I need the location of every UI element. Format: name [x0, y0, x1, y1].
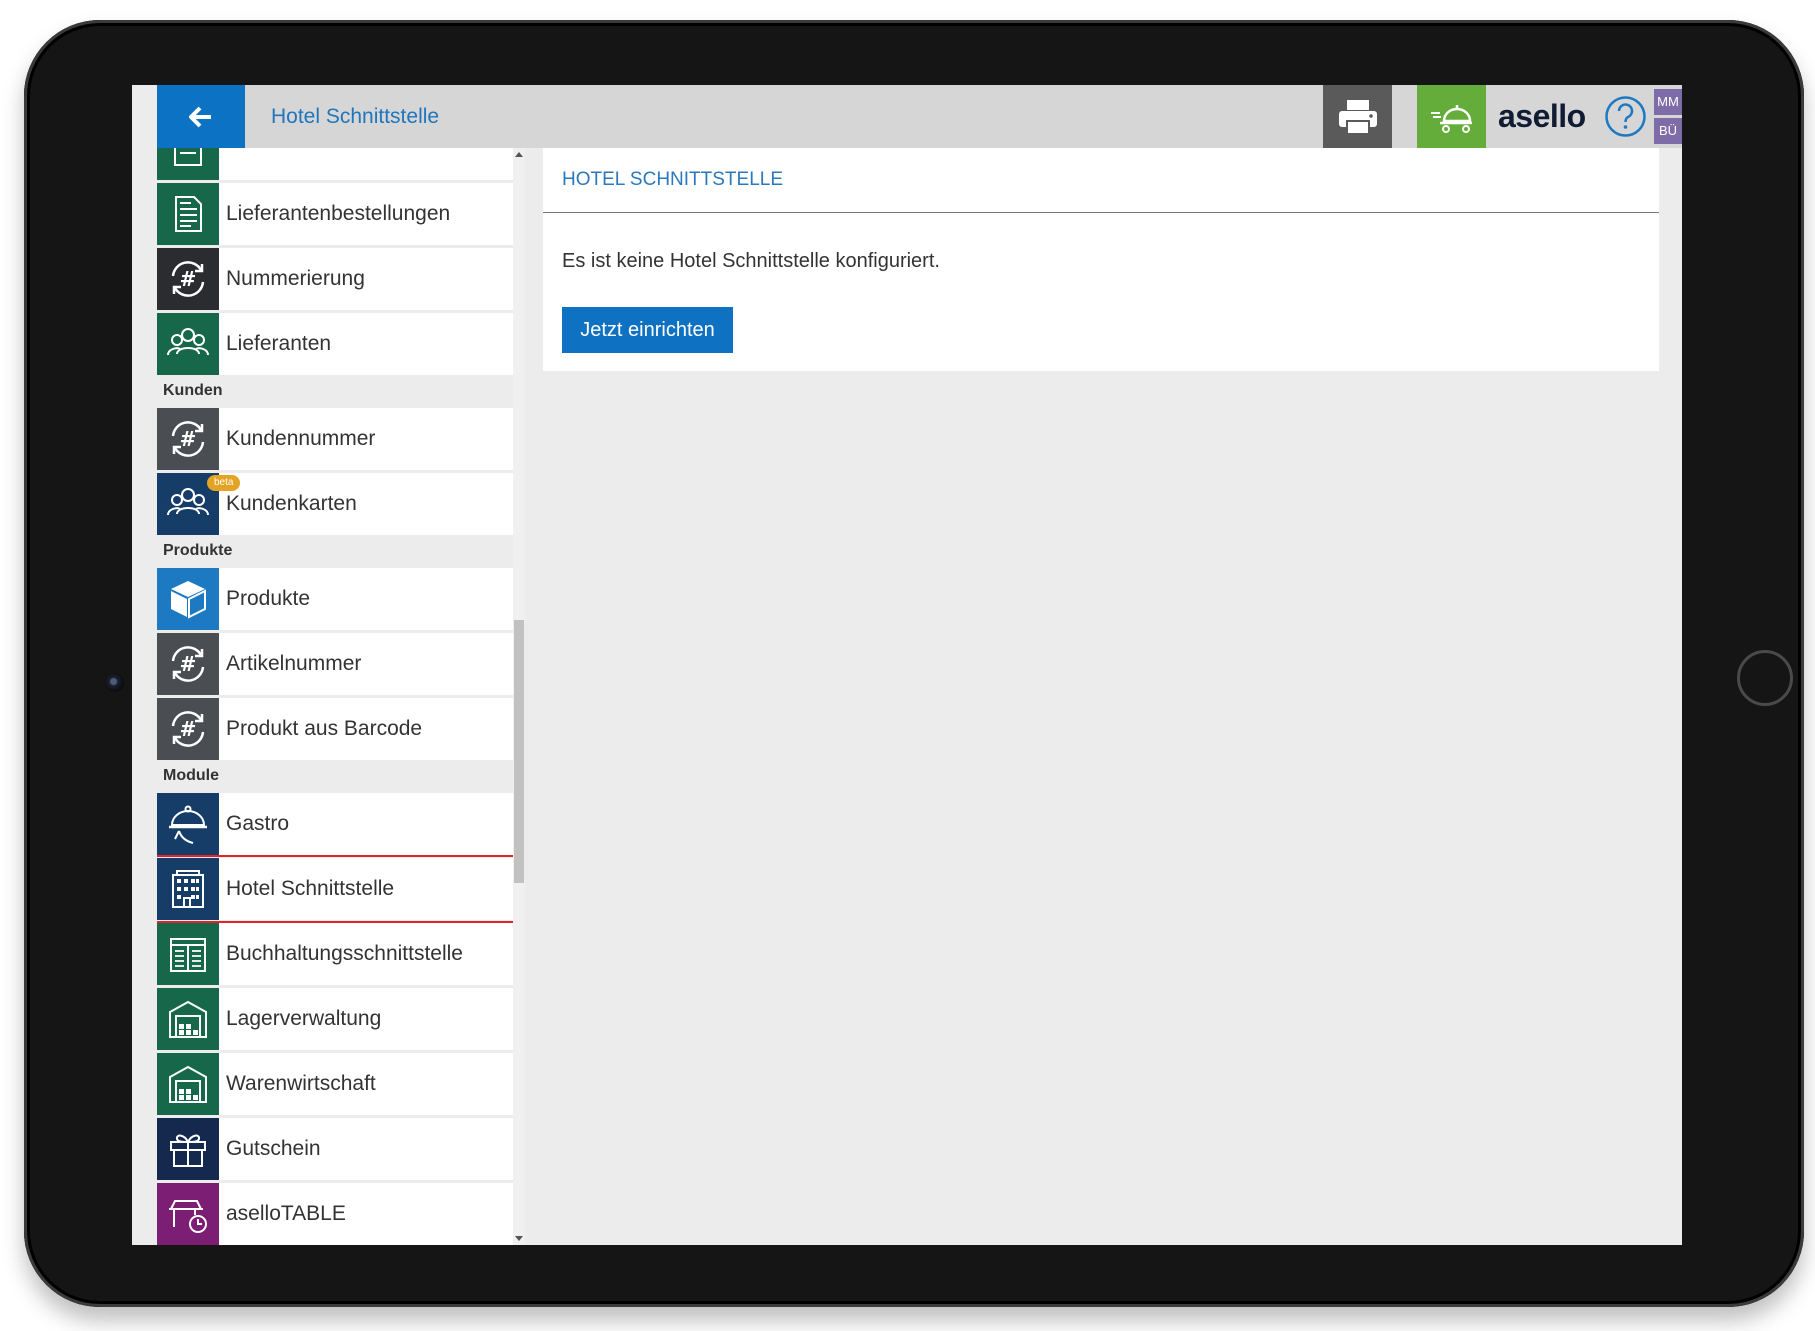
sidebar-item-label: Kundennummer [226, 427, 376, 450]
sidebar-item-kundenkarten[interactable]: beta Kundenkarten [157, 473, 513, 535]
document-icon [157, 183, 219, 245]
sidebar-item-label: Hotel Schnittstelle [226, 877, 395, 900]
sidebar-item-hotel-schnittstelle[interactable]: Hotel Schnittstelle [157, 855, 516, 923]
building-icon [157, 858, 219, 920]
sidebar-item-label: Artikelnummer [226, 652, 362, 675]
section-heading-kunden: Kunden [163, 382, 223, 399]
camera-icon [105, 673, 124, 692]
sidebar-item-label: Gutschein [226, 1137, 321, 1160]
hash-refresh-icon: # [157, 248, 219, 310]
svg-text:#: # [180, 427, 197, 451]
user-initials-top: MM [1654, 89, 1682, 115]
sidebar-item-gastro[interactable]: Gastro [157, 793, 513, 855]
sidebar-item-asellotable[interactable]: aselloTABLE [157, 1183, 513, 1245]
back-button[interactable] [157, 85, 245, 148]
scroll-down-arrow-icon[interactable] [515, 1236, 523, 1241]
sidebar-item-warenwirtschaft[interactable]: Warenwirtschaft [157, 1053, 513, 1115]
svg-text:#: # [180, 267, 197, 291]
sidebar-item-label: Lieferantenbestellungen [226, 202, 451, 225]
card-title: HOTEL SCHNITTSTELLE [562, 169, 784, 190]
user-initials-bottom: BÜ [1654, 118, 1682, 144]
section-heading-module: Module [163, 767, 219, 784]
asello-logo: asello [1498, 98, 1586, 134]
sidebar-item-label: Lieferanten [226, 332, 332, 355]
help-button[interactable] [1604, 95, 1647, 138]
sidebar: Lieferantenbestellungen # Nummerierung L… [157, 148, 539, 1245]
hash-refresh-icon: # [157, 408, 219, 470]
top-bar: Hotel Schnittstelle asello MM BÜ [157, 85, 1682, 148]
sidebar-item-label: Warenwirtschaft [226, 1072, 376, 1095]
sidebar-scrollbar[interactable] [513, 148, 525, 1245]
sidebar-item-label: Kundenkarten [226, 492, 357, 515]
delivery-cloche-icon [1430, 104, 1472, 133]
question-circle-icon [1605, 96, 1646, 137]
sidebar-item-lagerverwaltung[interactable]: Lagerverwaltung [157, 988, 513, 1050]
gift-icon [157, 1118, 219, 1180]
sidebar-item-label: Buchhaltungsschnittstelle [226, 942, 463, 965]
svg-text:#: # [180, 652, 197, 676]
hash-refresh-icon: # [157, 698, 219, 760]
cloche-icon [157, 793, 219, 855]
hotel-interface-card: HOTEL SCHNITTSTELLE Es ist keine Hotel S… [543, 148, 1659, 371]
printer-icon [1338, 99, 1377, 135]
sidebar-item-nummerierung[interactable]: # Nummerierung [157, 248, 513, 310]
sidebar-item-kundennummer[interactable]: # Kundennummer [157, 408, 513, 470]
ledger-icon [157, 923, 219, 985]
people-icon [157, 313, 219, 375]
table-clock-icon [157, 1183, 219, 1245]
app-screen: Hotel Schnittstelle asello MM BÜ Liefera… [132, 85, 1682, 1245]
hash-refresh-icon: # [157, 633, 219, 695]
box-icon [157, 568, 219, 630]
sidebar-item-label: Nummerierung [226, 267, 365, 290]
warehouse-icon [157, 988, 219, 1050]
user-badge[interactable]: MM BÜ [1654, 89, 1682, 144]
setup-now-button[interactable]: Jetzt einrichten [562, 307, 733, 353]
sidebar-item-label: Lagerverwaltung [226, 1007, 382, 1030]
arrow-left-icon [189, 106, 211, 127]
scroll-up-arrow-icon[interactable] [515, 152, 523, 157]
sidebar-item-produkte[interactable]: Produkte [157, 568, 513, 630]
delivery-button[interactable] [1417, 85, 1486, 148]
sidebar-item-label: Produkt aus Barcode [226, 717, 423, 740]
not-configured-message: Es ist keine Hotel Schnittstelle konfigu… [562, 250, 940, 272]
section-heading-produkte: Produkte [163, 542, 233, 559]
sidebar-item-lieferanten[interactable]: Lieferanten [157, 313, 513, 375]
card-divider [543, 212, 1659, 213]
svg-text:#: # [180, 717, 197, 741]
sidebar-item-label: Gastro [226, 812, 290, 835]
printer-button[interactable] [1323, 85, 1392, 148]
home-button[interactable] [1737, 650, 1793, 706]
sidebar-item-cut-off[interactable] [157, 148, 513, 180]
document-list-icon [157, 148, 219, 180]
sidebar-item-label: Produkte [226, 587, 311, 610]
sidebar-item-label: aselloTABLE [226, 1202, 346, 1225]
page-title: Hotel Schnittstelle [271, 105, 440, 128]
sidebar-item-gutschein[interactable]: Gutschein [157, 1118, 513, 1180]
sidebar-item-artikelnummer[interactable]: # Artikelnummer [157, 633, 513, 695]
sidebar-item-lieferantenbestellungen[interactable]: Lieferantenbestellungen [157, 183, 513, 245]
sidebar-item-produkt-aus-barcode[interactable]: # Produkt aus Barcode [157, 698, 513, 760]
sidebar-list: Lieferantenbestellungen # Nummerierung L… [157, 148, 516, 1245]
sidebar-item-buchhaltungsschnittstelle[interactable]: Buchhaltungsschnittstelle [157, 923, 513, 985]
scroll-thumb[interactable] [514, 620, 524, 883]
warehouse-icon [157, 1053, 219, 1115]
